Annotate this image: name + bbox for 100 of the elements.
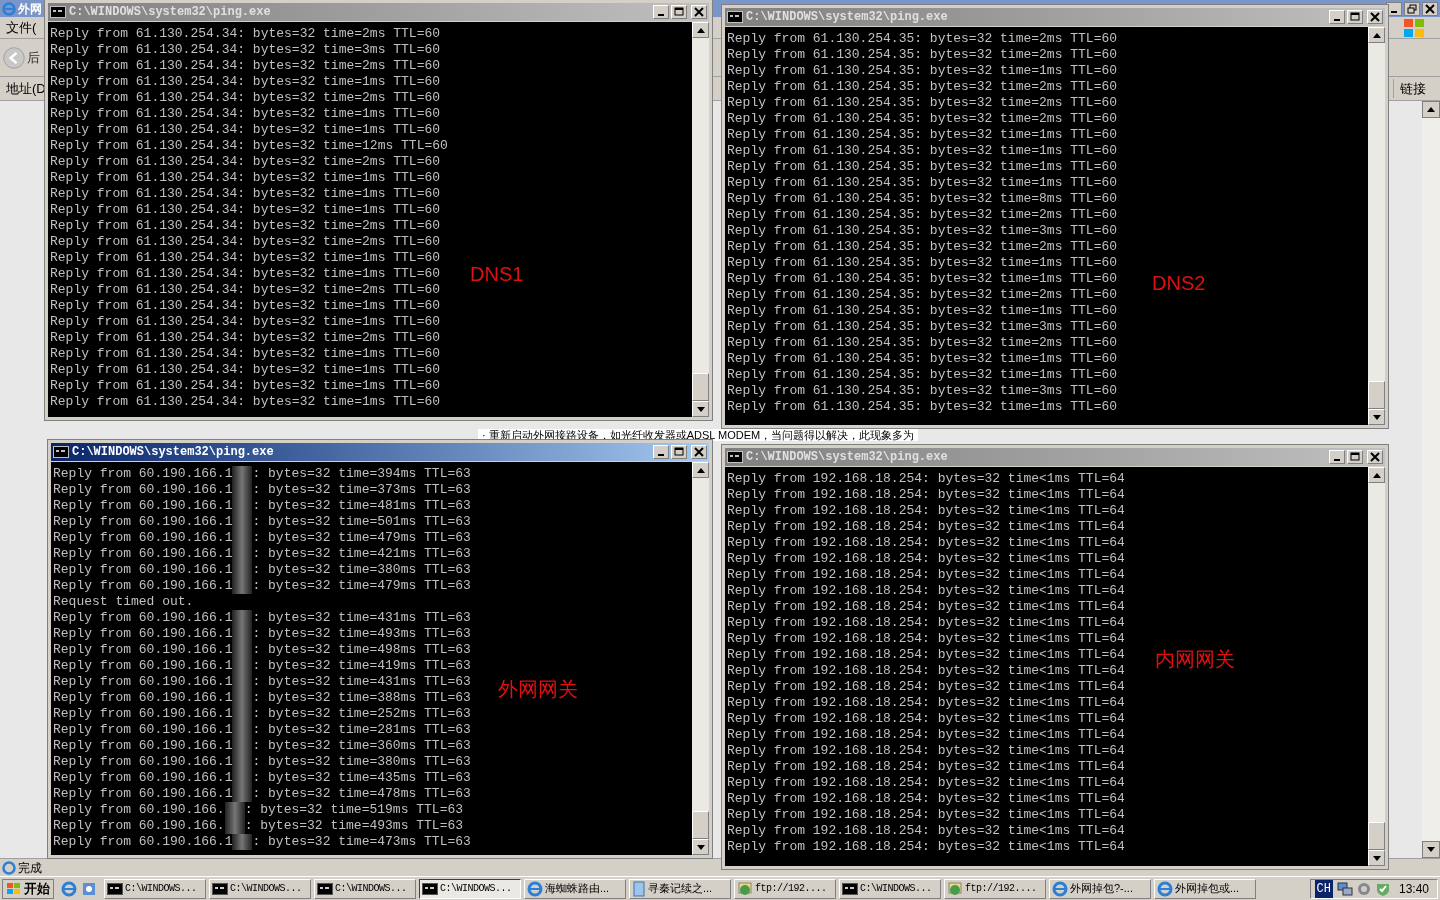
start-button[interactable]: 开始 [2,878,54,899]
console-text: Reply from 60.190.166.1 [53,722,233,738]
back-button[interactable]: 后 [2,45,40,70]
maximize-button[interactable] [1347,10,1363,24]
console-line: Reply from 61.130.254.34: bytes=32 time=1ms TTL=60 [50,74,441,90]
console-icon [842,882,858,895]
console-icon [422,882,438,895]
browser-icon [527,880,543,897]
console-line: Reply from 61.130.254.34: bytes=32 time=1ms TTL=60 [50,186,441,202]
console-text: : bytes=32 time=394ms TTL=63 [252,466,471,482]
restore-icon [1407,3,1417,14]
console-text: Reply from 60.190.166.1 [53,610,233,626]
scrollbar[interactable] [692,462,709,855]
minimize-icon [1391,10,1397,13]
console-line: Reply from 61.130.254.34: bytes=32 time=2ms TTL=60 [50,26,441,42]
console-line: Reply from 61.130.254.34: bytes=32 time=1ms TTL=60 [50,202,441,218]
console-text: : bytes=32 time=380ms TTL=63 [252,562,471,578]
taskbar-button[interactable]: ftp://192.... [944,878,1046,899]
taskbar-button[interactable]: 外网掉包或... [1154,878,1256,899]
taskbar-button[interactable]: C:\WINDOWS... [839,878,941,899]
taskbar-button[interactable]: 海蜘蛛路由... [524,878,626,899]
console-line: Reply from 61.130.254.35: bytes=32 time=1ms TTL=60 [727,255,1118,271]
console-line: Reply from 61.130.254.35: bytes=32 time=1ms TTL=60 [727,367,1118,383]
scroll-down-icon [1372,855,1381,861]
taskbar-button[interactable]: C:\WINDOWS... [209,878,311,899]
scrollbar-thumb[interactable] [1368,381,1385,409]
console-text: Reply from 60.190.166.1 [53,658,233,674]
scroll-down-icon [696,406,705,412]
browser-icon [1157,880,1173,897]
console-text: : bytes=32 time=493ms TTL=63 [244,818,464,834]
console-icon [107,882,123,895]
minimize-icon [1334,19,1340,21]
close-icon [1370,452,1380,462]
menu-item[interactable]: 文件( [6,17,37,38]
windows-logo-icon [1402,16,1426,39]
console-line: Reply from 61.130.254.34: bytes=32 time=2ms TTL=60 [50,90,441,106]
console-line: Reply from 192.168.18.254: bytes=32 time<1ms TTL=64 [727,519,1125,535]
scrollbar-thumb[interactable] [1368,822,1385,850]
console-text: Reply from 60.190.166.1 [53,674,233,690]
console-text: : bytes=32 time=481ms TTL=63 [252,498,471,514]
taskbar-button[interactable]: C:\WINDOWS... [104,878,206,899]
console-line: Reply from 61.130.254.34: bytes=32 time=1ms TTL=60 [50,250,441,266]
console-line: Reply from 192.168.18.254: bytes=32 time<1ms TTL=64 [727,839,1125,855]
taskbar-button[interactable]: 外网掉包?-... [1049,878,1151,899]
scrollbar-thumb[interactable] [692,373,709,401]
maximize-button[interactable] [671,5,687,19]
restore-button[interactable] [1404,1,1420,16]
console-icon [727,11,743,23]
console-text: : bytes=32 time=421ms TTL=63 [252,546,471,562]
maximize-button[interactable] [671,445,687,459]
console-icon [727,451,743,463]
browser-title: 外网 [18,2,42,15]
scroll-down-icon [696,844,705,850]
console-text: : bytes=32 time=473ms TTL=63 [252,834,471,850]
console-line: Reply from 192.168.18.254: bytes=32 time<1ms TTL=64 [727,471,1125,487]
console-line: Reply from 61.130.254.34: bytes=32 time=2ms TTL=60 [50,234,441,250]
taskbar-button[interactable]: C:\WINDOWS... [419,878,521,899]
scrollbar-thumb[interactable] [692,811,709,839]
window-title: C:\WINDOWS\system32\ping.exe [72,446,274,458]
taskbar-button[interactable]: ftp://192.... [734,878,836,899]
console-line: Reply from 192.168.18.254: bytes=32 time<1ms TTL=64 [727,615,1125,631]
console-text: Reply from 60.190.166.1 [53,530,233,546]
close-button[interactable] [1422,1,1438,16]
scrollbar[interactable] [692,22,709,417]
browser-icon[interactable] [61,880,77,897]
console-line: Reply from 61.130.254.34: bytes=32 time=2ms TTL=60 [50,330,441,346]
close-icon [694,7,704,17]
console-line: Reply from 61.130.254.35: bytes=32 time=1ms TTL=60 [727,399,1118,415]
redaction-blur [224,802,245,818]
console-text: Reply from 60.190.166.1 [53,754,233,770]
redaction-blur [232,610,253,626]
maximize-button[interactable] [1347,450,1363,464]
network-icon[interactable] [1336,880,1353,897]
console-text: : bytes=32 time=431ms TTL=63 [252,674,471,690]
console-text: : bytes=32 time=252ms TTL=63 [252,706,471,722]
console-line: Reply from 61.130.254.35: bytes=32 time=1ms TTL=60 [727,271,1118,287]
console-icon [53,446,69,458]
console-line: Reply from 61.130.254.35: bytes=32 time=8ms TTL=60 [727,191,1118,207]
scrollbar[interactable] [1368,467,1385,866]
language-indicator[interactable]: CH [1314,879,1333,898]
scrollbar[interactable] [1368,27,1385,425]
console-text: : bytes=32 time=419ms TTL=63 [252,658,471,674]
annotation-label: 内网网关 [1155,647,1235,671]
close-icon [1425,3,1435,14]
scrollbar[interactable] [1422,101,1440,858]
console-line: Reply from 61.130.254.35: bytes=32 time=2ms TTL=60 [727,47,1118,63]
scroll-up-icon [696,27,705,33]
taskbar-button[interactable]: C:\WINDOWS... [314,878,416,899]
console-text: Reply from 60.190.166.1 [53,706,233,722]
console-line: Reply from 192.168.18.254: bytes=32 time<1ms TTL=64 [727,583,1125,599]
console-text: : bytes=32 time=281ms TTL=63 [252,722,471,738]
console-text: Reply from 60.190.166.1 [53,642,233,658]
taskbar-button[interactable]: 寻秦记续之... [629,878,731,899]
console-line: Reply from 61.130.254.34: bytes=32 time=1ms TTL=60 [50,314,441,330]
console-line: Reply from 61.130.254.35: bytes=32 time=3ms TTL=60 [727,319,1118,335]
redaction-blur [232,834,253,850]
console-icon [212,882,228,895]
console-line: Reply from 192.168.18.254: bytes=32 time<1ms TTL=64 [727,711,1125,727]
links-button[interactable]: 链接 [1393,78,1434,99]
minimize-icon [1334,459,1340,461]
